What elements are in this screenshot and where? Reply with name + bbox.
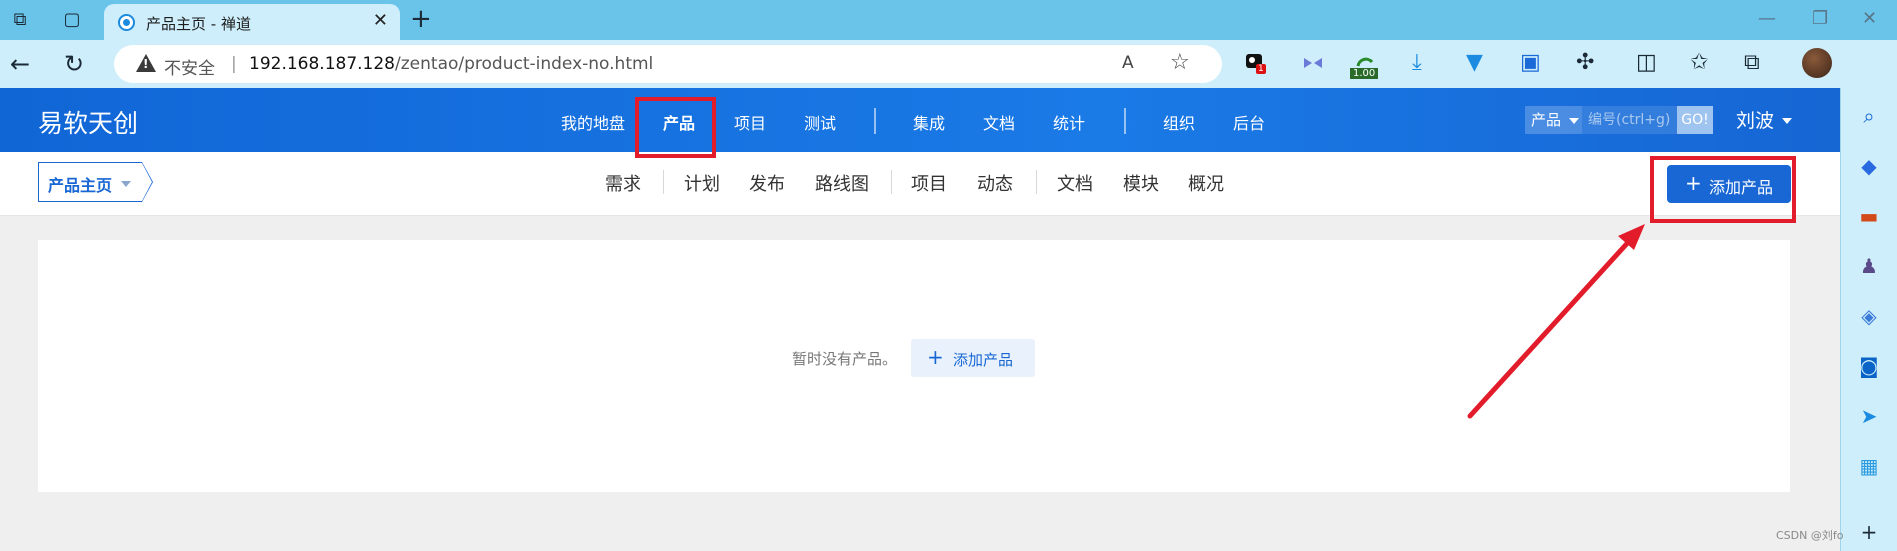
add-product-empty-button[interactable]: + 添加产品 (911, 339, 1035, 377)
favorites-icon[interactable]: ✩ (1690, 50, 1708, 75)
extension-value: 1.00 (1350, 68, 1379, 79)
url-path: /zentao/product-index-no.html (395, 54, 654, 74)
insecure-label: 不安全 (164, 59, 215, 79)
outlook-icon[interactable]: ◙ (1857, 354, 1881, 378)
subnav-story[interactable]: 需求 (605, 170, 641, 196)
search-type-label: 产品 (1531, 111, 1562, 129)
address-bar[interactable]: 不安全 | 192.168.187.128/zentao/product-ind… (114, 45, 1222, 83)
copilot-icon[interactable]: ◈ (1857, 304, 1881, 328)
minimize-icon[interactable]: — (1758, 8, 1776, 29)
nav-admin[interactable]: 后台 (1233, 110, 1265, 134)
profile-avatar[interactable] (1802, 48, 1832, 78)
nav-divider (1124, 108, 1126, 134)
breadcrumb[interactable]: 产品主页 (38, 162, 153, 202)
warning-icon (136, 54, 156, 72)
nav-integration[interactable]: 集成 (913, 110, 945, 134)
nav-divider (874, 108, 876, 134)
subnav-dynamic[interactable]: 动态 (977, 170, 1013, 196)
download-icon[interactable]: ⤓ (1412, 50, 1422, 75)
chevron-down-icon (121, 181, 131, 187)
subnav-doc[interactable]: 文档 (1057, 170, 1093, 196)
browser-tab-strip: ⧉ ▢ 产品主页 - 禅道 ✕ + — ❐ ✕ (0, 0, 1897, 40)
collections-icon[interactable]: ⧉ (1744, 50, 1760, 75)
tab-actions-icon[interactable]: ▢ (60, 8, 84, 32)
nav-stats[interactable]: 统计 (1053, 110, 1085, 134)
toolbox-icon[interactable]: ▬ (1857, 204, 1881, 228)
nav-my[interactable]: 我的地盘 (561, 110, 625, 134)
subnav-project[interactable]: 项目 (911, 170, 947, 196)
browser-sidebar: ⌕ ◆ ▬ ♟ ◈ ◙ ➤ ▦ + (1840, 88, 1897, 551)
nav-doc[interactable]: 文档 (983, 110, 1015, 134)
sub-nav: 产品主页 需求 计划 发布 路线图 项目 动态 文档 模块 概况 + 添加产品 (0, 152, 1840, 216)
extensions-puzzle-icon[interactable]: ✣ (1576, 50, 1594, 75)
app-header: 易软天创 我的地盘 产品 项目 测试 集成 文档 统计 组织 后台 产品 GO!… (0, 88, 1840, 152)
download-arrow-icon[interactable]: ▼ (1466, 50, 1483, 75)
workspaces-icon[interactable]: ⧉ (8, 8, 32, 32)
nav-test[interactable]: 测试 (804, 110, 836, 134)
new-tab-icon[interactable]: + (410, 4, 432, 34)
breadcrumb-label: 产品主页 (48, 176, 113, 195)
url-separator: | (231, 54, 237, 74)
app-logo[interactable]: 易软天创 (38, 104, 138, 140)
extension-icon[interactable]: 1 (1244, 50, 1270, 76)
subnav-roadmap[interactable]: 路线图 (815, 170, 869, 196)
search-go-button[interactable]: GO! (1677, 106, 1713, 134)
search-icon[interactable]: ⌕ (1857, 104, 1881, 128)
favorite-star-icon[interactable]: ☆ (1170, 50, 1190, 75)
nav-org[interactable]: 组织 (1163, 110, 1195, 134)
user-menu[interactable]: 刘波 (1736, 106, 1774, 133)
chevron-down-icon (1782, 118, 1792, 124)
games-icon[interactable]: ♟ (1857, 254, 1881, 278)
product-list-panel: 暂时没有产品。 + 添加产品 (38, 240, 1790, 492)
tab-title: 产品主页 - 禅道 (146, 15, 251, 33)
image-icon[interactable]: ▦ (1857, 454, 1881, 478)
subnav-plan[interactable]: 计划 (684, 170, 720, 196)
highlight-add-button (1650, 156, 1796, 223)
browser-tab-active[interactable]: 产品主页 - 禅道 ✕ (104, 4, 400, 40)
read-aloud-icon[interactable]: A (1122, 53, 1134, 73)
search-input[interactable] (1582, 106, 1677, 134)
empty-state-text: 暂时没有产品。 (792, 350, 898, 368)
subnav-divider (1036, 170, 1037, 194)
subnav-divider (891, 170, 892, 194)
extension-glyph-icon (1304, 58, 1322, 68)
subnav-overview[interactable]: 概况 (1188, 170, 1224, 196)
restore-icon[interactable]: ❐ (1812, 8, 1828, 29)
back-icon[interactable]: ← (10, 50, 30, 78)
send-icon[interactable]: ➤ (1857, 404, 1881, 428)
zentao-favicon-icon (118, 14, 135, 31)
subnav-release[interactable]: 发布 (749, 170, 785, 196)
subnav-module[interactable]: 模块 (1123, 170, 1159, 196)
split-screen-icon[interactable]: ◫ (1636, 50, 1657, 75)
add-product-empty-label: 添加产品 (953, 351, 1014, 369)
highlight-product-nav (635, 97, 716, 158)
url-host: 192.168.187.128 (249, 54, 396, 74)
extension-icon[interactable] (1300, 50, 1326, 76)
shopping-icon[interactable]: ◆ (1857, 154, 1881, 178)
watermark: CSDN @刘fo (1776, 529, 1844, 542)
window-close-icon[interactable]: ✕ (1862, 8, 1877, 29)
plus-icon: + (927, 345, 944, 369)
subnav-divider (663, 170, 664, 194)
nav-project[interactable]: 项目 (734, 110, 766, 134)
chevron-down-icon (1569, 118, 1579, 124)
refresh-icon[interactable]: ↻ (64, 50, 84, 78)
close-tab-icon[interactable]: ✕ (373, 10, 388, 31)
address-bar-row: ← ↻ 不安全 | 192.168.187.128/zentao/product… (0, 40, 1897, 88)
translate-icon[interactable]: ▣ (1520, 50, 1541, 75)
extension-badge: 1 (1256, 64, 1266, 74)
add-icon[interactable]: + (1857, 520, 1881, 544)
url-text[interactable]: 192.168.187.128/zentao/product-index-no.… (249, 54, 653, 74)
